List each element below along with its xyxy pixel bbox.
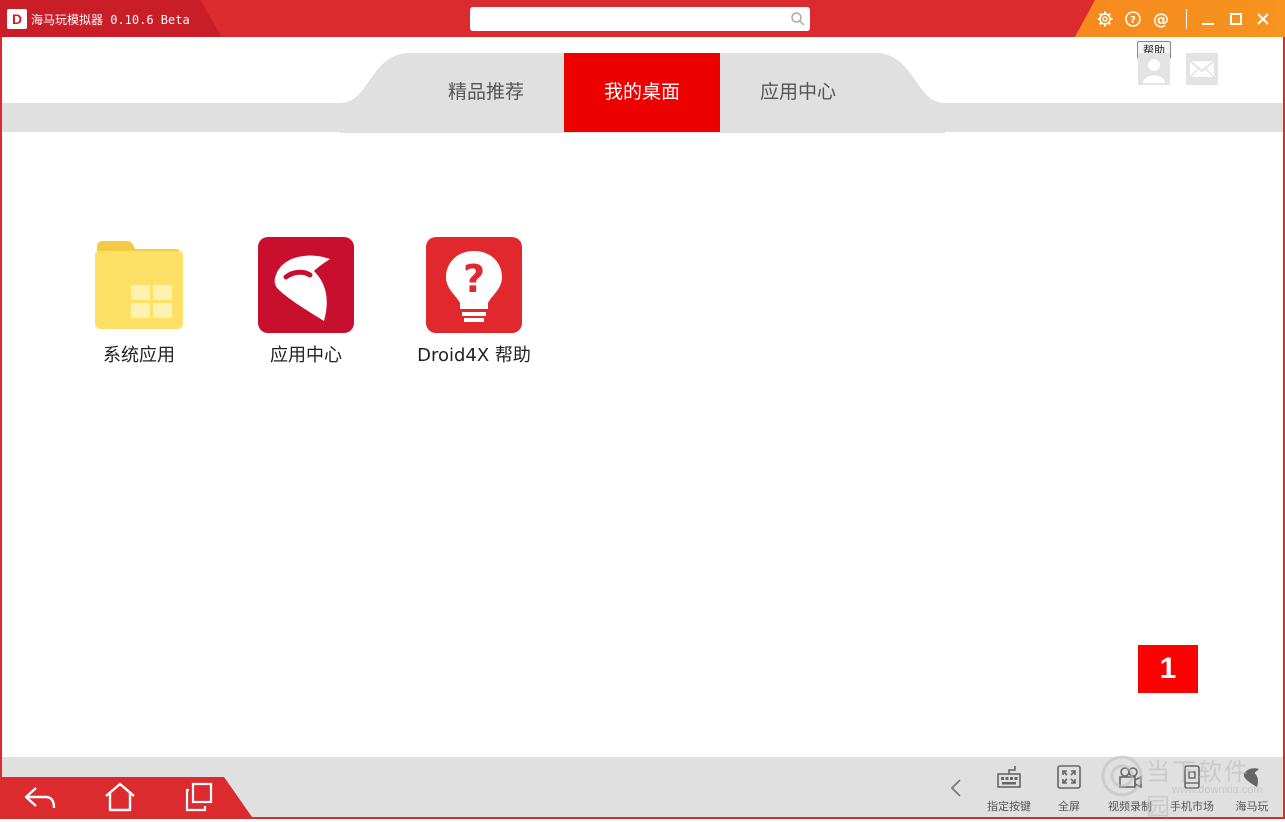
chevron-left-icon[interactable] (946, 777, 966, 799)
watermark: 当下软件园 www.downxia.com (1100, 752, 1275, 821)
svg-text:?: ? (1130, 15, 1136, 26)
tab-featured[interactable]: 精品推荐 (408, 53, 564, 132)
svg-text:?: ? (463, 257, 485, 301)
settings-icon[interactable] (1096, 10, 1114, 28)
minimize-icon[interactable] (1199, 10, 1217, 28)
user-icon[interactable] (1138, 53, 1170, 85)
app-droid4x-help[interactable]: ? Droid4X 帮助 (404, 237, 544, 367)
home-icon[interactable] (102, 780, 138, 814)
tab-app-center[interactable]: 应用中心 (720, 53, 876, 132)
search-input[interactable] (476, 9, 780, 31)
folder-icon[interactable] (91, 237, 187, 333)
page-indicator[interactable]: 1 (1138, 645, 1198, 693)
search-box[interactable] (470, 7, 810, 31)
maximize-icon[interactable] (1227, 10, 1245, 28)
app-system-apps[interactable]: 系统应用 (69, 237, 209, 367)
close-icon[interactable] (1254, 10, 1272, 28)
fullscreen-icon[interactable] (1056, 764, 1082, 790)
app-center-icon[interactable] (258, 237, 354, 333)
keyboard-icon[interactable] (996, 764, 1022, 790)
back-icon[interactable] (22, 780, 58, 814)
title-bar: D 海马玩模拟器 0.10.6 Beta ? @ (0, 0, 1285, 37)
watermark-url: www.downxia.com (1172, 784, 1263, 796)
watermark-logo-icon (1101, 755, 1143, 797)
tool-label: 指定按键 (987, 800, 1031, 813)
app-app-center[interactable]: 应用中心 (236, 237, 376, 367)
app-label: 应用中心 (270, 345, 342, 366)
title-separator (1186, 9, 1187, 29)
app-label: Droid4X 帮助 (417, 345, 531, 366)
app-label: 系统应用 (103, 345, 175, 366)
recent-apps-icon[interactable] (181, 780, 217, 814)
search-icon[interactable] (790, 11, 806, 27)
tab-my-desktop[interactable]: 我的桌面 (564, 53, 720, 132)
app-title: 海马玩模拟器 0.10.6 Beta (31, 13, 190, 27)
tool-fullscreen[interactable]: 全屏 (1038, 764, 1100, 814)
help-icon[interactable]: ? (1124, 10, 1142, 28)
tool-keymapping[interactable]: 指定按键 (978, 764, 1040, 814)
tool-label: 全屏 (1058, 800, 1080, 813)
at-icon[interactable]: @ (1152, 10, 1170, 28)
svg-text:@: @ (1153, 10, 1169, 28)
help-bulb-icon[interactable]: ? (426, 237, 522, 333)
mail-icon[interactable] (1186, 53, 1218, 85)
app-logo-icon: D (7, 9, 27, 29)
